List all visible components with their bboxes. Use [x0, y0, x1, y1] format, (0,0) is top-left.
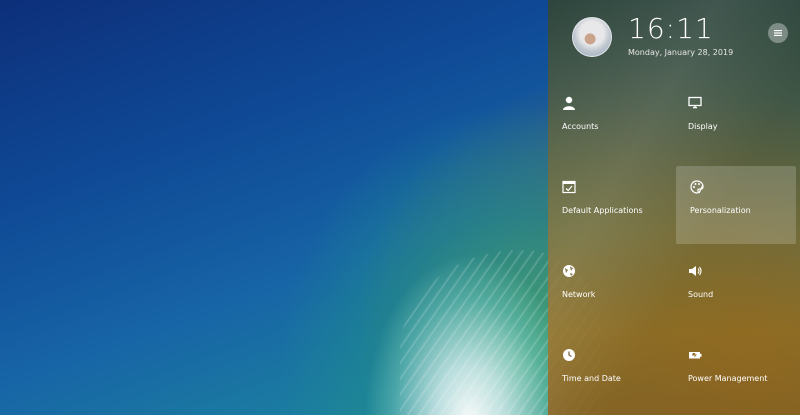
palette-icon: [690, 180, 704, 194]
clock-icon: [563, 349, 575, 361]
battery-icon: [689, 352, 702, 359]
clock-date: Monday, January 28, 2019: [628, 48, 734, 57]
tile-accounts[interactable]: Accounts: [548, 82, 668, 160]
tile-network[interactable]: Network: [548, 250, 668, 328]
tile-label: Accounts: [562, 122, 599, 131]
control-center-panel: 16:11 Monday, January 28, 2019 Accounts: [548, 0, 800, 415]
tile-personalization[interactable]: Personalization: [676, 166, 796, 244]
tile-default-applications[interactable]: Default Applications: [548, 166, 668, 244]
hamburger-menu-icon: [774, 30, 782, 36]
tile-label: Display: [688, 122, 718, 131]
menu-button[interactable]: [768, 23, 788, 43]
tile-label: Personalization: [690, 206, 751, 215]
tile-sound[interactable]: Sound: [674, 250, 794, 328]
user-avatar[interactable]: [572, 17, 612, 57]
clock-time: 16:11: [628, 12, 714, 45]
tile-time-and-date[interactable]: Time and Date: [548, 334, 668, 412]
tile-label: Sound: [688, 290, 714, 299]
user-icon: [563, 96, 575, 110]
panel-header: 16:11 Monday, January 28, 2019: [548, 0, 800, 80]
tile-display[interactable]: Display: [674, 82, 794, 160]
globe-icon: [563, 265, 575, 277]
tile-label: Power Management: [688, 374, 768, 383]
speaker-icon: [689, 266, 702, 276]
tile-label: Default Applications: [562, 206, 643, 215]
monitor-icon: [688, 96, 702, 109]
tile-power-management[interactable]: Power Management: [674, 334, 794, 412]
tile-label: Network: [562, 290, 596, 299]
tile-label: Time and Date: [562, 374, 621, 383]
window-check-icon: [562, 180, 576, 194]
